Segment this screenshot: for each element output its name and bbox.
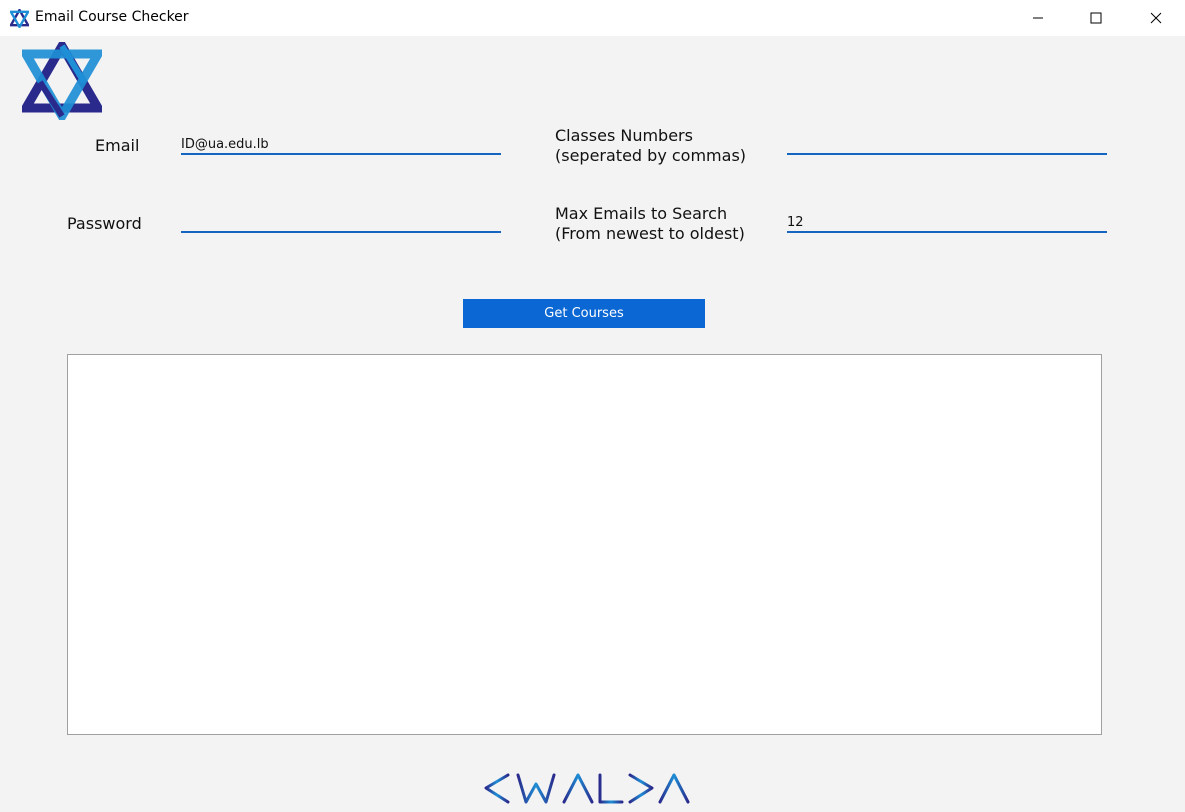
title-bar: Email Course Checker <box>0 0 1185 36</box>
max-emails-field[interactable] <box>787 213 1107 233</box>
email-field[interactable] <box>181 135 501 155</box>
max-emails-label: Max Emails to Search (From newest to old… <box>555 204 745 244</box>
max-emails-label-line1: Max Emails to Search <box>555 204 728 223</box>
minimize-button[interactable] <box>1009 0 1067 36</box>
star-logo-icon <box>22 42 102 120</box>
password-field[interactable] <box>181 213 501 233</box>
get-courses-button[interactable]: Get Courses <box>463 299 705 328</box>
maximize-icon <box>1090 12 1102 24</box>
minimize-icon <box>1033 17 1043 19</box>
window-title: Email Course Checker <box>35 9 189 25</box>
classes-label-line2: (seperated by commas) <box>555 146 747 165</box>
app-icon <box>10 9 29 28</box>
close-icon <box>1150 12 1162 24</box>
max-emails-label-line2: (From newest to oldest) <box>555 224 745 243</box>
password-label: Password <box>67 214 142 233</box>
close-button[interactable] <box>1127 0 1185 36</box>
classes-label-line1: Classes Numbers <box>555 126 693 145</box>
kwalka-wordmark-logo <box>482 773 690 804</box>
email-label: Email <box>95 136 140 155</box>
results-textarea[interactable] <box>67 354 1102 735</box>
classes-field[interactable] <box>787 135 1107 155</box>
classes-label: Classes Numbers (seperated by commas) <box>555 126 746 166</box>
maximize-button[interactable] <box>1067 0 1125 36</box>
